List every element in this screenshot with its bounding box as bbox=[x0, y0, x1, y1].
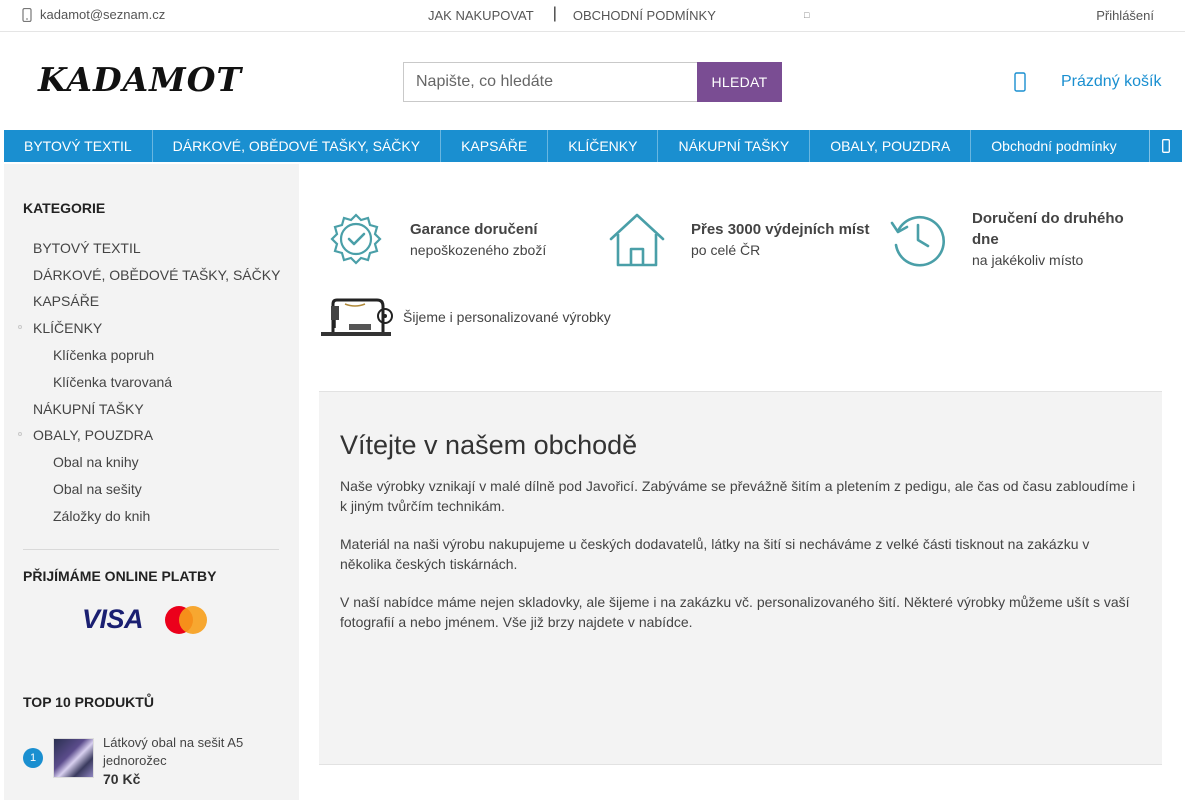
category-label[interactable]: DÁRKOVÉ, OBĚDOVÉ TAŠKY, SÁČKY bbox=[33, 267, 280, 283]
benefit-personalized: Šijeme i personalizované výrobky bbox=[319, 294, 611, 340]
category-obal-na-knihy[interactable]: Obal na knihy bbox=[53, 454, 139, 470]
search-input[interactable] bbox=[403, 62, 697, 102]
search-form: HLEDAT bbox=[403, 62, 782, 102]
product-price: 70 Kč bbox=[103, 771, 141, 787]
nav-item-obaly-pouzdra[interactable]: OBALY, POUZDRA bbox=[810, 130, 972, 162]
link-terms[interactable]: OBCHODNÍ PODMÍNKY bbox=[573, 8, 716, 23]
sidebar-divider bbox=[23, 549, 279, 550]
nav-more-button[interactable] bbox=[1149, 130, 1182, 162]
benefit-subtitle: Šijeme i personalizované výrobky bbox=[403, 309, 611, 325]
category-label[interactable]: Obal na sešity bbox=[53, 481, 142, 497]
benefit-pickup-points: Přes 3000 výdejních míst po celé ČR bbox=[607, 209, 869, 269]
product-name[interactable]: Látkový obal na sešit A5 jednorožec bbox=[103, 734, 273, 770]
rank-badge: 1 bbox=[23, 748, 43, 768]
more-links-icon[interactable]: □ bbox=[804, 10, 809, 20]
cart[interactable]: Prázdný košík bbox=[1014, 72, 1161, 92]
category-label[interactable]: BYTOVÝ TEXTIL bbox=[33, 240, 141, 256]
site-logo[interactable]: KADAMOT bbox=[38, 60, 242, 99]
welcome-section: Vítejte v našem obchodě Naše výrobky vzn… bbox=[319, 391, 1162, 765]
expand-bullet-icon bbox=[18, 432, 22, 436]
category-nakupni-tasky[interactable]: NÁKUPNÍ TAŠKY bbox=[33, 401, 144, 417]
house-icon bbox=[609, 213, 665, 267]
nav-more-icon bbox=[1162, 139, 1170, 153]
benefit-title: Doručení do druhého dne bbox=[972, 210, 1124, 248]
cart-label[interactable]: Prázdný košík bbox=[1061, 73, 1161, 91]
nav-item-klicenky[interactable]: KLÍČENKY bbox=[548, 130, 659, 162]
category-bytovy-textil[interactable]: BYTOVÝ TEXTIL bbox=[33, 240, 141, 256]
benefit-subtitle: na jakékoliv místo bbox=[972, 252, 1084, 268]
benefit-text: Doručení do druhého dne na jakékoliv mís… bbox=[972, 208, 1142, 270]
benefit-text: Garance doručení nepoškozeného zboží bbox=[410, 219, 546, 260]
welcome-paragraph-3: V naší nabídce máme nejen skladovky, ale… bbox=[340, 594, 1130, 630]
link-separator: | bbox=[552, 5, 557, 22]
category-kapsare[interactable]: KAPSÁŘE bbox=[33, 293, 99, 309]
category-label[interactable]: Záložky do knih bbox=[53, 508, 150, 524]
category-label[interactable]: KLÍČENKY bbox=[33, 320, 102, 336]
nav-item-kapsare[interactable]: KAPSÁŘE bbox=[441, 130, 549, 162]
product-thumbnail[interactable] bbox=[53, 738, 94, 778]
contact-email[interactable]: kadamot@seznam.cz bbox=[22, 7, 165, 22]
category-label[interactable]: Obal na knihy bbox=[53, 454, 139, 470]
category-label[interactable]: Klíčenka tvarovaná bbox=[53, 374, 172, 390]
sidebar: KATEGORIE BYTOVÝ TEXTIL DÁRKOVÉ, OBĚDOVÉ… bbox=[4, 164, 299, 800]
benefit-title: Přes 3000 výdejních míst bbox=[691, 220, 870, 238]
top-links: JAK NAKUPOVAT | OBCHODNÍ PODMÍNKY bbox=[428, 5, 716, 24]
badge-check-icon bbox=[330, 213, 382, 265]
category-label[interactable]: KAPSÁŘE bbox=[33, 293, 99, 309]
main-nav: BYTOVÝ TEXTIL DÁRKOVÉ, OBĚDOVÉ TAŠKY, SÁ… bbox=[4, 130, 1182, 162]
cart-icon bbox=[1014, 72, 1026, 92]
nav-item-nakupni-tasky[interactable]: NÁKUPNÍ TAŠKY bbox=[658, 130, 811, 162]
visa-logo: VISA bbox=[82, 604, 144, 634]
sewing-machine-icon bbox=[321, 298, 393, 336]
benefit-title: Garance doručení bbox=[410, 220, 538, 238]
category-darkove-tasky[interactable]: DÁRKOVÉ, OBĚDOVÉ TAŠKY, SÁČKY bbox=[33, 267, 280, 283]
link-how-to-buy[interactable]: JAK NAKUPOVAT bbox=[428, 8, 534, 23]
category-label[interactable]: NÁKUPNÍ TAŠKY bbox=[33, 401, 144, 417]
top-products-title: TOP 10 PRODUKTŮ bbox=[23, 694, 154, 710]
clock-history-icon bbox=[890, 215, 945, 267]
category-obal-na-sesity[interactable]: Obal na sešity bbox=[53, 481, 142, 497]
nav-item-obchodni-podminky[interactable]: Obchodní podmínky bbox=[971, 130, 1142, 162]
benefit-delivery-guarantee: Garance doručení nepoškozeného zboží bbox=[326, 209, 546, 269]
benefit-next-day-delivery: Doručení do druhého dne na jakékoliv mís… bbox=[888, 208, 1142, 270]
nav-item-bytovy-textil[interactable]: BYTOVÝ TEXTIL bbox=[4, 130, 153, 162]
category-zalozky-do-knih[interactable]: Záložky do knih bbox=[53, 508, 150, 524]
benefit-text: Přes 3000 výdejních míst po celé ČR bbox=[691, 219, 869, 260]
welcome-paragraph-1: Naše výrobky vznikají v malé dílně pod J… bbox=[340, 478, 1136, 514]
welcome-paragraph-2: Materiál na naši výrobu nakupujeme u čes… bbox=[340, 536, 1090, 572]
payment-logos: VISA bbox=[82, 604, 208, 635]
mastercard-logo bbox=[165, 605, 208, 634]
email-text[interactable]: kadamot@seznam.cz bbox=[40, 7, 165, 22]
categories-title: KATEGORIE bbox=[23, 200, 106, 216]
category-klicenka-popruh[interactable]: Klíčenka popruh bbox=[53, 347, 154, 363]
phone-icon bbox=[22, 7, 32, 22]
nav-item-darkove-tasky[interactable]: DÁRKOVÉ, OBĚDOVÉ TAŠKY, SÁČKY bbox=[153, 130, 442, 162]
benefit-text: Šijeme i personalizované výrobky bbox=[403, 307, 611, 327]
category-label[interactable]: Klíčenka popruh bbox=[53, 347, 154, 363]
category-obaly-pouzdra[interactable]: OBALY, POUZDRA bbox=[18, 427, 153, 443]
category-klicenka-tvarovana[interactable]: Klíčenka tvarovaná bbox=[53, 374, 172, 390]
category-klicenky[interactable]: KLÍČENKY bbox=[18, 320, 102, 336]
category-label[interactable]: OBALY, POUZDRA bbox=[33, 427, 153, 443]
payments-title: PŘIJÍMÁME ONLINE PLATBY bbox=[23, 568, 217, 584]
login-link[interactable]: Přihlášení bbox=[1096, 8, 1154, 23]
welcome-title: Vítejte v našem obchodě bbox=[340, 430, 638, 460]
top-bar: kadamot@seznam.cz JAK NAKUPOVAT | OBCHOD… bbox=[0, 0, 1185, 32]
benefit-subtitle: nepoškozeného zboží bbox=[410, 241, 547, 258]
search-button[interactable]: HLEDAT bbox=[697, 62, 782, 102]
expand-bullet-icon bbox=[18, 325, 22, 329]
benefit-subtitle: po celé ČR bbox=[691, 241, 761, 258]
